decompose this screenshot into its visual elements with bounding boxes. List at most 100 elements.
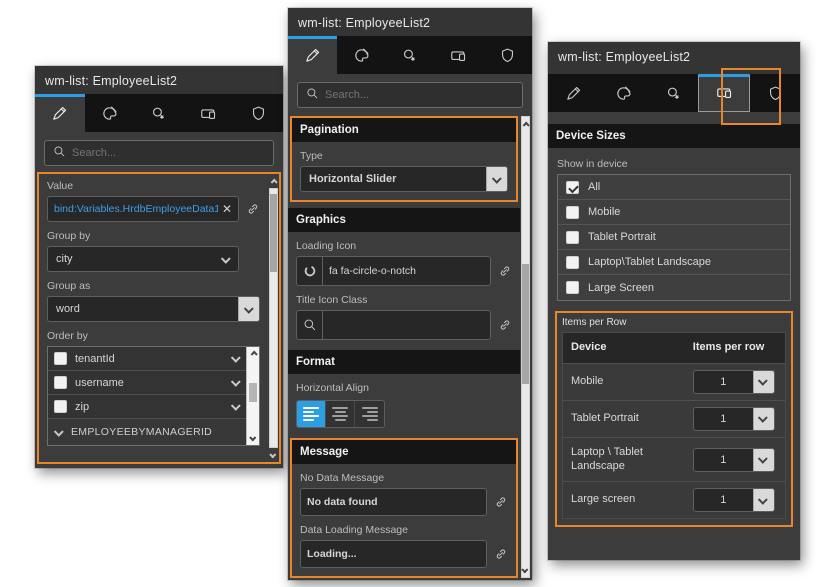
select-dropdown-button[interactable]	[238, 297, 259, 321]
value-input-wrap: ✕	[47, 196, 239, 222]
tab-styles[interactable]	[598, 74, 648, 112]
chevron-down-icon[interactable]	[231, 377, 241, 387]
loading-icon-input[interactable]	[329, 265, 484, 277]
bind-link-icon[interactable]	[494, 495, 508, 509]
tab-bar	[288, 36, 532, 74]
search-box[interactable]	[297, 82, 523, 108]
tab-events[interactable]	[386, 36, 435, 74]
table-header-row: Device Items per row	[563, 333, 785, 363]
checkbox-username[interactable]	[54, 376, 67, 389]
device-option-large-screen[interactable]: Large Screen	[558, 275, 790, 300]
title-icon-row	[296, 310, 512, 340]
group-by-select[interactable]: city	[47, 246, 239, 272]
checkbox-laptop-tablet-landscape[interactable]	[566, 256, 579, 269]
chevron-down-icon	[54, 426, 64, 436]
order-by-option[interactable]: zip	[48, 395, 246, 419]
tab-properties[interactable]	[35, 94, 85, 132]
chevron-up-icon[interactable]	[250, 351, 257, 358]
align-right-button[interactable]	[355, 401, 384, 427]
select-value: 1	[694, 371, 753, 393]
items-per-row-select-mobile[interactable]: 1	[693, 370, 775, 394]
data-loading-message-input[interactable]	[307, 548, 480, 560]
horizontal-align-group	[296, 400, 385, 428]
clear-x-icon[interactable]: ✕	[222, 202, 232, 216]
tab-security[interactable]	[233, 94, 283, 132]
column-header-device: Device	[563, 333, 687, 363]
shield-icon	[767, 85, 784, 105]
items-per-row-select-laptop-tablet-landscape[interactable]: 1	[693, 448, 775, 472]
tab-device[interactable]	[698, 74, 750, 112]
value-input[interactable]	[54, 203, 218, 215]
order-by-scrollbar[interactable]	[246, 347, 259, 445]
tab-styles[interactable]	[337, 36, 386, 74]
employeebymanagerid-group[interactable]: EMPLOYEEBYMANAGERID	[48, 419, 246, 445]
chevron-down-icon[interactable]	[231, 353, 241, 363]
panel-scrollbar[interactable]	[520, 116, 531, 578]
checkbox-mobile[interactable]	[566, 206, 579, 219]
items-per-row-select-tablet-portrait[interactable]: 1	[693, 407, 775, 431]
panel-scrollbar[interactable]	[268, 174, 279, 462]
select-dropdown-button[interactable]	[753, 449, 774, 471]
order-by-option[interactable]: tenantId	[48, 347, 246, 371]
device-option-laptop-tablet-landscape[interactable]: Laptop\Tablet Landscape	[558, 250, 790, 275]
tab-events[interactable]	[648, 74, 698, 112]
tab-security[interactable]	[750, 74, 800, 112]
group-as-select[interactable]: word	[47, 296, 260, 322]
device-sizes-header: Device Sizes	[548, 124, 800, 148]
properties-panel-3: wm-list: EmployeeList2 Device Sizes Show…	[548, 42, 800, 560]
title-icon-input-wrap	[296, 310, 491, 340]
items-per-row-select-large-screen[interactable]: 1	[693, 488, 775, 512]
chevron-down-icon[interactable]	[521, 566, 528, 573]
tab-styles[interactable]	[85, 94, 135, 132]
bind-link-icon[interactable]	[498, 264, 512, 278]
title-icon-input[interactable]	[329, 319, 484, 331]
search-icon	[306, 87, 319, 103]
checkbox-all[interactable]	[566, 181, 579, 194]
select-value: 1	[694, 489, 753, 511]
row-device-label: Large screen	[563, 485, 687, 515]
scrollbar-thumb[interactable]	[522, 264, 529, 384]
select-dropdown-button[interactable]	[753, 489, 774, 511]
bind-link-icon[interactable]	[494, 547, 508, 561]
bind-link-icon[interactable]	[246, 202, 260, 216]
option-label: tenantId	[75, 353, 115, 365]
device-option-tablet-portrait[interactable]: Tablet Portrait	[558, 225, 790, 250]
bind-link-icon[interactable]	[498, 318, 512, 332]
chevron-down-icon[interactable]	[269, 451, 276, 458]
chevron-down-icon[interactable]	[231, 401, 241, 411]
select-dropdown-button[interactable]	[753, 408, 774, 430]
device-option-all[interactable]: All	[558, 175, 790, 200]
search-input[interactable]	[325, 89, 514, 101]
checkbox-tenantid[interactable]	[54, 352, 67, 365]
align-center-button[interactable]	[326, 401, 355, 427]
tab-security[interactable]	[483, 36, 532, 74]
chevron-up-icon[interactable]	[523, 121, 530, 128]
items-per-row-label: Items per Row	[562, 317, 786, 328]
no-data-message-input[interactable]	[307, 496, 480, 508]
checkbox-zip[interactable]	[54, 400, 67, 413]
checkbox-tablet-portrait[interactable]	[566, 231, 579, 244]
checkbox-large-screen[interactable]	[566, 281, 579, 294]
chevron-up-icon[interactable]	[271, 178, 278, 185]
table-row: Large screen 1	[563, 481, 785, 518]
tab-device[interactable]	[184, 94, 234, 132]
select-dropdown-button[interactable]	[486, 167, 507, 191]
select-value: 1	[694, 408, 753, 430]
scrollbar-thumb[interactable]	[249, 383, 257, 402]
scrollbar-thumb[interactable]	[270, 194, 277, 271]
tab-events[interactable]	[134, 94, 184, 132]
chevron-down-icon[interactable]	[249, 434, 256, 441]
align-left-button[interactable]	[297, 401, 326, 427]
device-option-mobile[interactable]: Mobile	[558, 200, 790, 225]
tab-properties[interactable]	[548, 74, 598, 112]
order-by-option[interactable]: username	[48, 371, 246, 395]
search-box[interactable]	[44, 140, 274, 166]
tab-properties[interactable]	[288, 36, 337, 74]
circle-notch-icon	[297, 257, 323, 285]
search-input[interactable]	[72, 147, 265, 159]
pagination-type-select[interactable]: Horizontal Slider	[300, 166, 508, 192]
select-dropdown-button[interactable]	[753, 371, 774, 393]
type-label: Type	[300, 150, 508, 162]
order-by-list: tenantId username zip	[47, 346, 260, 446]
tab-device[interactable]	[434, 36, 483, 74]
